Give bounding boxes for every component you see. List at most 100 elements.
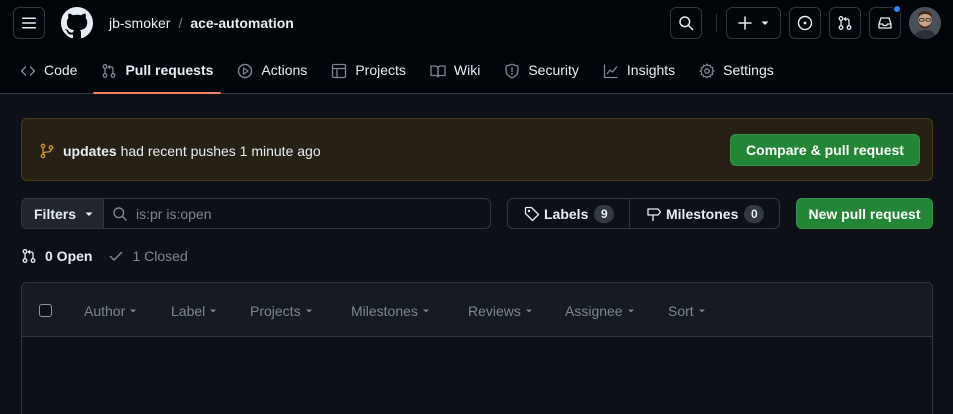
select-all-checkbox[interactable] — [39, 304, 52, 317]
inbox-icon — [878, 17, 892, 29]
labels-button[interactable]: Labels 9 — [508, 199, 630, 228]
tab-security[interactable]: Security — [496, 54, 587, 94]
projects-filter[interactable]: Projects — [250, 302, 313, 320]
breadcrumb-owner[interactable]: jb-smoker — [109, 15, 170, 31]
tab-pull-requests[interactable]: Pull requests — [93, 54, 222, 94]
avatar[interactable] — [909, 7, 941, 39]
triangle-down-icon — [698, 309, 705, 313]
tab-label: Code — [44, 62, 78, 78]
branch-name[interactable]: updates — [63, 143, 117, 159]
tab-label: Settings — [723, 62, 774, 78]
banner-text: had recent pushes 1 minute ago — [120, 143, 321, 159]
pull-requests-button[interactable] — [829, 7, 861, 39]
tab-settings[interactable]: Settings — [691, 54, 782, 94]
play-icon — [238, 63, 253, 79]
list-header: Author Label Projects Milestones Reviews… — [22, 283, 932, 337]
open-state-link[interactable]: 0 Open — [21, 248, 92, 264]
tab-insights[interactable]: Insights — [595, 54, 683, 94]
tab-label: Projects — [355, 62, 406, 78]
breadcrumb-separator: / — [178, 15, 183, 31]
git-pull-request-icon — [838, 16, 852, 30]
banner-message: updates had recent pushes 1 minute ago — [63, 143, 321, 159]
milestones-filter-label: Milestones — [351, 303, 418, 319]
closed-count-label: 1 Closed — [132, 248, 188, 264]
code-icon — [20, 66, 36, 76]
assignee-filter[interactable]: Assignee — [565, 302, 635, 320]
labels-count: 9 — [594, 204, 615, 223]
tab-projects[interactable]: Projects — [323, 54, 414, 94]
filters-label: Filters — [34, 205, 77, 222]
triangle-down-icon — [761, 21, 768, 25]
filters-dropdown-button[interactable]: Filters — [21, 198, 104, 229]
create-new-button[interactable] — [726, 7, 781, 39]
author-filter-label: Author — [84, 303, 126, 319]
triangle-down-icon — [627, 309, 634, 313]
notification-indicator — [893, 5, 901, 13]
closed-state-link[interactable]: 1 Closed — [108, 248, 188, 264]
labels-label: Labels — [544, 205, 589, 222]
tab-label: Wiki — [453, 62, 481, 78]
milestones-filter[interactable]: Milestones — [351, 302, 430, 320]
menu-button[interactable] — [13, 7, 45, 39]
triangle-down-icon — [422, 309, 429, 313]
tab-wiki[interactable]: Wiki — [422, 54, 488, 94]
breadcrumb-repo[interactable]: ace-automation — [190, 15, 293, 31]
milestones-label: Milestones — [666, 205, 739, 222]
open-count-label: 0 Open — [45, 248, 93, 264]
triangle-down-icon — [130, 309, 137, 313]
tab-label: Actions — [261, 62, 308, 78]
git-pull-request-icon — [103, 64, 116, 78]
tab-code[interactable]: Code — [12, 54, 85, 94]
author-filter[interactable]: Author — [84, 302, 137, 320]
assignee-filter-label: Assignee — [565, 303, 623, 319]
pull-request-list: Author Label Projects Milestones Reviews… — [21, 282, 933, 414]
recent-push-banner: updates had recent pushes 1 minute ago C… — [21, 118, 933, 181]
shield-icon — [505, 63, 519, 79]
search-button[interactable] — [670, 7, 702, 39]
repo-nav-tabs: Code Pull requests Actions Projects Wiki… — [12, 54, 790, 94]
search-field[interactable] — [104, 198, 491, 229]
tab-label: Pull requests — [125, 62, 214, 78]
label-filter[interactable]: Label — [171, 302, 217, 320]
search-icon — [113, 206, 127, 221]
pr-state-toggles: 0 Open 1 Closed — [21, 246, 204, 266]
tag-icon — [524, 206, 540, 221]
sort-filter[interactable]: Sort — [668, 302, 706, 320]
projects-filter-label: Projects — [250, 303, 301, 319]
check-icon — [110, 251, 123, 261]
compare-pull-request-button[interactable]: Compare & pull request — [730, 134, 920, 166]
triangle-down-icon — [525, 309, 532, 313]
labels-milestones-group: Labels 9 Milestones 0 — [507, 198, 780, 229]
sort-filter-label: Sort — [668, 303, 694, 319]
label-filter-label: Label — [171, 303, 206, 319]
header-divider — [716, 14, 717, 32]
table-icon — [332, 63, 347, 79]
tab-label: Security — [528, 62, 579, 78]
github-logo-icon[interactable] — [61, 7, 93, 39]
breadcrumb: jb-smoker / ace-automation — [109, 14, 294, 32]
new-pull-request-button[interactable]: New pull request — [796, 198, 933, 229]
plus-icon — [737, 16, 752, 30]
git-branch-icon — [40, 143, 54, 159]
book-icon — [430, 65, 446, 78]
hamburger-icon — [22, 17, 36, 29]
triangle-down-icon — [85, 212, 93, 216]
filter-bar: Filters — [21, 198, 491, 229]
graph-icon — [603, 64, 618, 79]
milestones-count: 0 — [744, 204, 765, 223]
reviews-filter-label: Reviews — [468, 303, 521, 319]
triangle-down-icon — [210, 309, 217, 313]
reviews-filter[interactable]: Reviews — [468, 302, 533, 320]
tab-actions[interactable]: Actions — [229, 54, 315, 94]
issue-opened-icon — [797, 15, 813, 31]
gear-icon — [699, 63, 715, 79]
milestones-button[interactable]: Milestones 0 — [630, 199, 779, 228]
tab-label: Insights — [626, 62, 676, 78]
search-input[interactable] — [136, 205, 436, 222]
issues-button[interactable] — [789, 7, 821, 39]
search-icon — [679, 16, 694, 31]
git-pull-request-icon — [22, 249, 36, 263]
milestone-icon — [647, 207, 662, 221]
global-header: jb-smoker / ace-automation Code Pull req… — [0, 0, 953, 94]
triangle-down-icon — [305, 309, 312, 313]
